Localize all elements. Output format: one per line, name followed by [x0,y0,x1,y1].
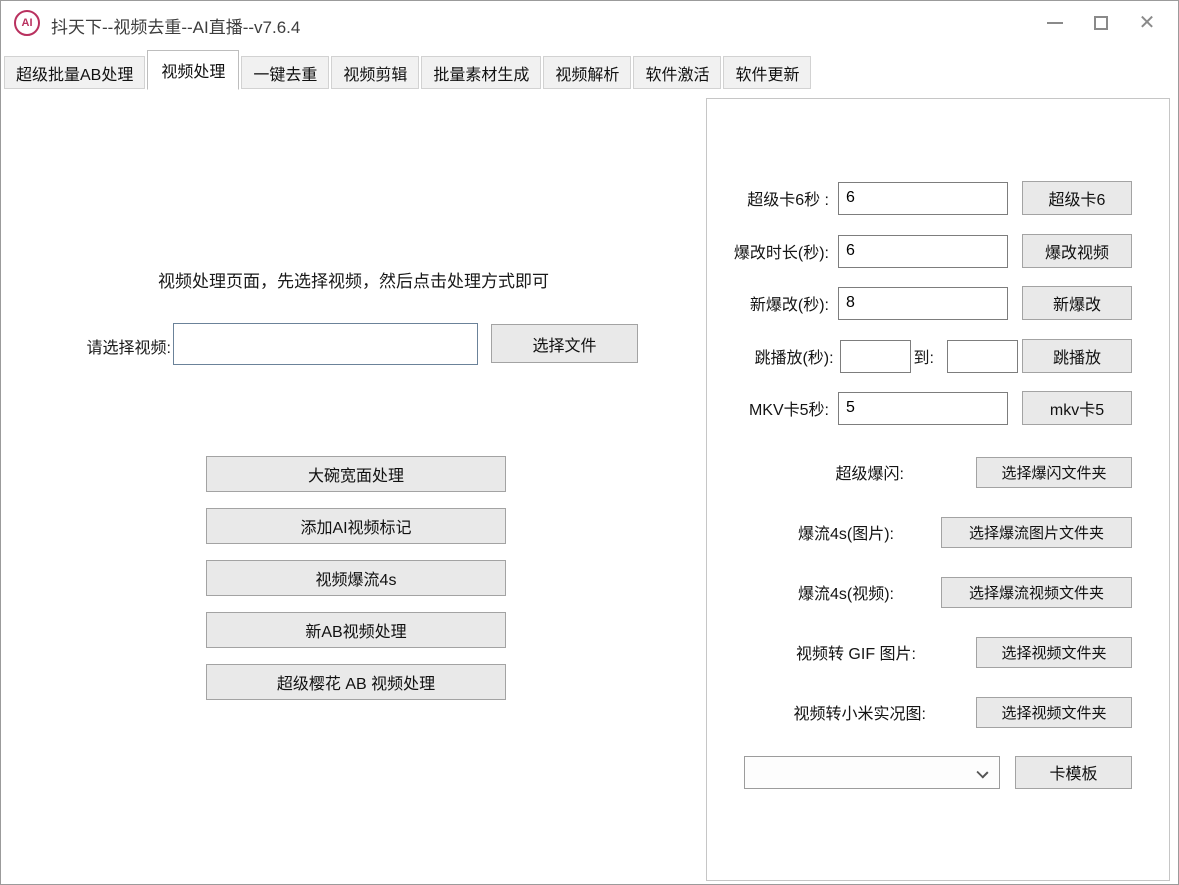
card-template-row: 卡模板 [707,755,1169,789]
template-select[interactable] [744,756,1000,789]
video-to-gif-row: 视频转 GIF 图片: 选择视频文件夹 [707,635,1169,669]
right-tool-panel: 超级卡6秒 : 超级卡6 爆改时长(秒): 爆改视频 新爆改(秒): 新爆改 跳… [706,98,1170,881]
skip-play-from-input[interactable] [840,340,911,373]
card-template-button[interactable]: 卡模板 [1015,756,1132,789]
new-burst-row: 新爆改(秒): 新爆改 [707,286,1169,320]
video-to-mi-live-label: 视频转小米实况图: [794,700,926,724]
choose-video-folder-live-button[interactable]: 选择视频文件夹 [976,697,1132,728]
super-card6-row: 超级卡6秒 : 超级卡6 [707,181,1169,215]
minimize-icon [1047,22,1063,24]
choose-video-folder-gif-button[interactable]: 选择视频文件夹 [976,637,1132,668]
page-instruction: 视频处理页面，先选择视频，然后点击处理方式即可 [1,267,706,292]
choose-flash-folder-button[interactable]: 选择爆闪文件夹 [976,457,1132,488]
tab-video-processing[interactable]: 视频处理 [147,50,239,90]
add-ai-video-mark-button[interactable]: 添加AI视频标记 [206,508,506,544]
super-flash-label: 超级爆闪: [836,460,904,484]
tab-one-key-dedup[interactable]: 一键去重 [241,56,329,89]
burst-video-button[interactable]: 爆改视频 [1022,234,1132,268]
mkv-card5-input[interactable] [838,392,1008,425]
video-burst-flow-4s-button[interactable]: 视频爆流4s [206,560,506,596]
burst-duration-row: 爆改时长(秒): 爆改视频 [707,234,1169,268]
maximize-button[interactable] [1078,1,1124,45]
chevron-down-icon [976,766,988,778]
action-button-stack: 大碗宽面处理 添加AI视频标记 视频爆流4s 新AB视频处理 超级樱花 AB 视… [206,456,506,716]
mkv-card5-label: MKV卡5秒: [749,396,829,420]
main-content: 视频处理页面，先选择视频，然后点击处理方式即可 请选择视频: 选择文件 大碗宽面… [1,91,706,884]
maximize-icon [1094,16,1108,30]
burst-duration-label: 爆改时长(秒): [734,239,829,263]
window-controls: ✕ [1032,1,1170,45]
new-burst-input[interactable] [838,287,1008,320]
mkv-card5-row: MKV卡5秒: mkv卡5 [707,391,1169,425]
close-button[interactable]: ✕ [1124,1,1170,45]
minimize-button[interactable] [1032,1,1078,45]
choose-flow-image-folder-button[interactable]: 选择爆流图片文件夹 [941,517,1132,548]
tab-super-batch-ab[interactable]: 超级批量AB处理 [4,56,145,89]
app-window: AI 抖天下--视频去重--AI直播--v7.6.4 ✕ 超级批量AB处理 视频… [0,0,1179,885]
flow-images-row: 爆流4s(图片): 选择爆流图片文件夹 [707,515,1169,549]
video-to-gif-label: 视频转 GIF 图片: [796,640,916,664]
super-sakura-ab-video-button[interactable]: 超级樱花 AB 视频处理 [206,664,506,700]
super-card6-input[interactable] [838,182,1008,215]
tab-bar: 超级批量AB处理 视频处理 一键去重 视频剪辑 批量素材生成 视频解析 软件激活… [4,47,1178,89]
tab-software-activate[interactable]: 软件激活 [633,56,721,89]
skip-play-to-input[interactable] [947,340,1018,373]
select-video-label: 请选择视频: [31,334,171,358]
flow-videos-label: 爆流4s(视频): [798,580,894,604]
skip-play-row: 跳播放(秒): 到: 跳播放 [707,339,1169,373]
video-to-mi-live-row: 视频转小米实况图: 选择视频文件夹 [707,695,1169,729]
new-burst-button[interactable]: 新爆改 [1022,286,1132,320]
close-icon: ✕ [1139,13,1156,33]
flow-images-label: 爆流4s(图片): [798,520,894,544]
tab-video-parse[interactable]: 视频解析 [543,56,631,89]
super-card6-label: 超级卡6秒 : [747,186,829,210]
choose-file-button[interactable]: 选择文件 [491,324,638,363]
tab-video-edit[interactable]: 视频剪辑 [331,56,419,89]
video-path-input[interactable] [173,323,478,365]
title-bar: AI 抖天下--视频去重--AI直播--v7.6.4 ✕ [1,1,1178,45]
burst-duration-input[interactable] [838,235,1008,268]
skip-play-label: 跳播放(秒): [754,344,833,368]
choose-flow-video-folder-button[interactable]: 选择爆流视频文件夹 [941,577,1132,608]
skip-play-to-label: 到: [914,344,934,368]
flow-videos-row: 爆流4s(视频): 选择爆流视频文件夹 [707,575,1169,609]
super-card6-button[interactable]: 超级卡6 [1022,181,1132,215]
new-burst-label: 新爆改(秒): [750,291,829,315]
mkv-card5-button[interactable]: mkv卡5 [1022,391,1132,425]
new-ab-video-process-button[interactable]: 新AB视频处理 [206,612,506,648]
app-logo-icon: AI [14,10,40,36]
window-title: 抖天下--视频去重--AI直播--v7.6.4 [51,13,300,38]
big-bowl-wide-noodle-button[interactable]: 大碗宽面处理 [206,456,506,492]
super-flash-row: 超级爆闪: 选择爆闪文件夹 [707,455,1169,489]
tab-batch-material[interactable]: 批量素材生成 [421,56,541,89]
tab-software-update[interactable]: 软件更新 [723,56,811,89]
skip-play-button[interactable]: 跳播放 [1022,339,1132,373]
